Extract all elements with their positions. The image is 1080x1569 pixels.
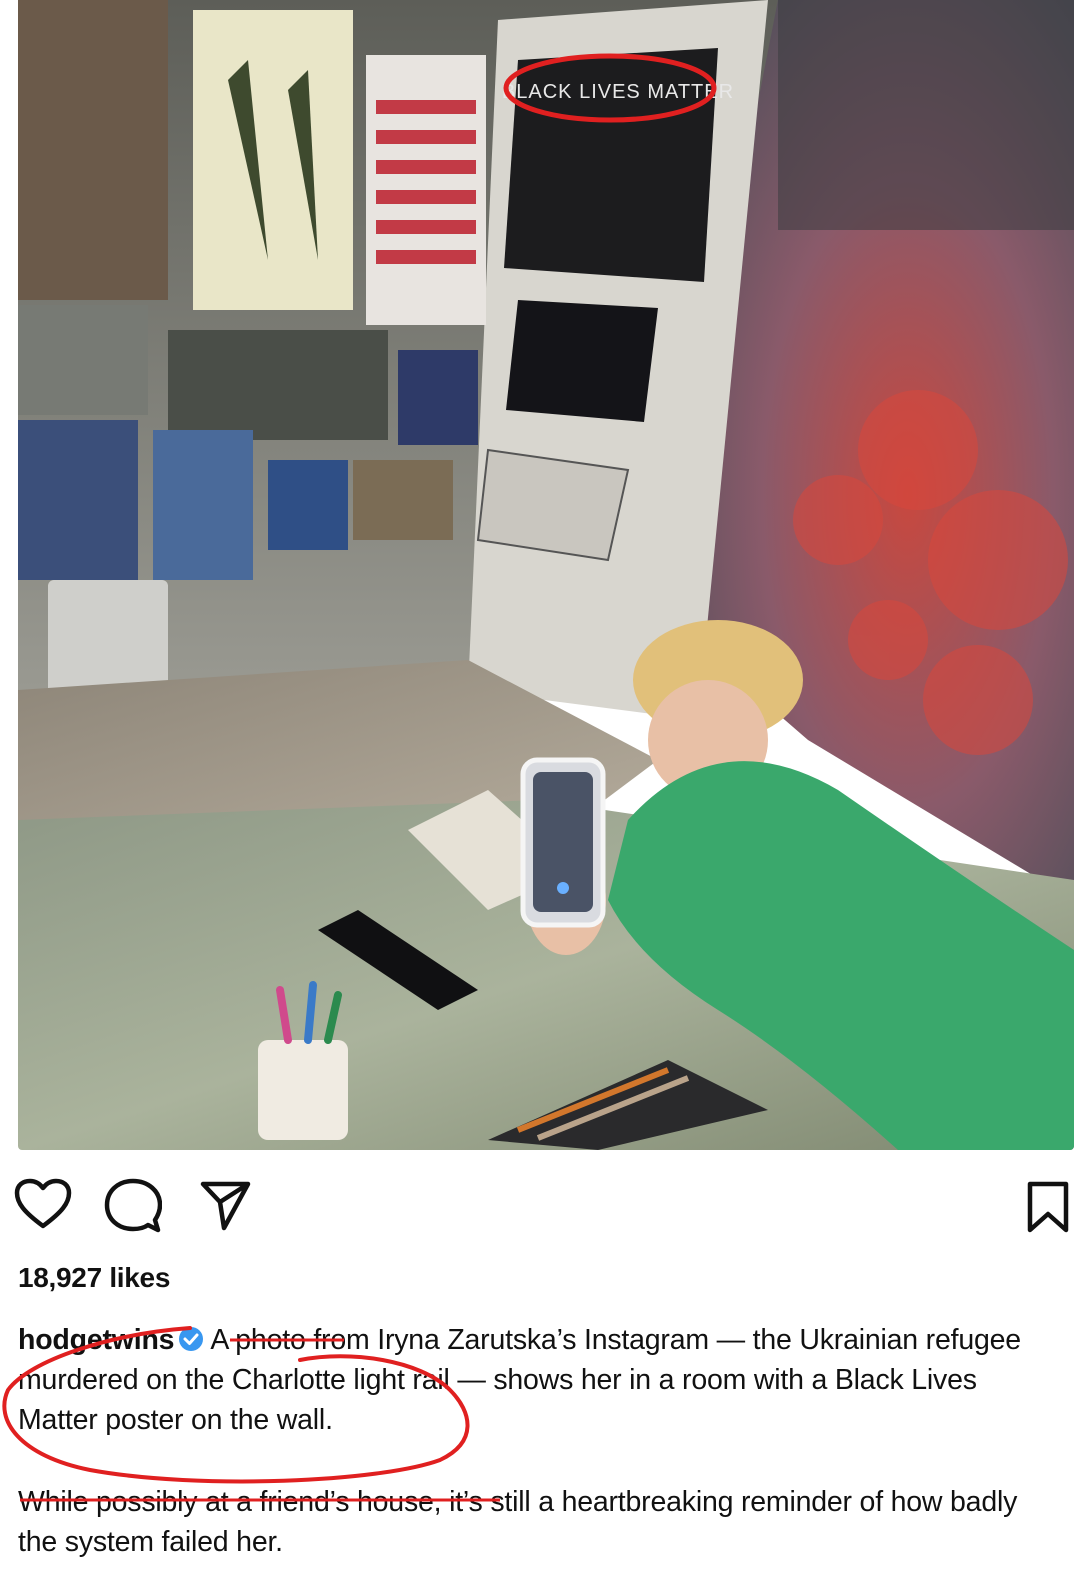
share-icon[interactable] xyxy=(200,1180,252,1232)
comment-icon[interactable] xyxy=(104,1178,162,1234)
post-photo-illustration: BLACK LIVES MATTER xyxy=(18,0,1074,1150)
bookmark-icon[interactable] xyxy=(1026,1180,1070,1234)
caption-paragraph-1: hodgetwins A photo from Iryna Zarutska’s … xyxy=(18,1320,1063,1440)
likes-count[interactable]: 18,927 likes xyxy=(18,1262,170,1294)
caption-paragraph-2: While possibly at a friend’s house, it’s… xyxy=(18,1486,1018,1558)
post-caption: hodgetwins A photo from Iryna Zarutska’s … xyxy=(18,1320,1063,1562)
heart-icon[interactable] xyxy=(14,1178,72,1230)
post-photo[interactable]: BLACK LIVES MATTER xyxy=(18,0,1074,1150)
poster-text: BLACK LIVES MATTER xyxy=(502,81,734,103)
verified-badge-icon xyxy=(179,1327,204,1351)
username-link[interactable]: hodgetwins xyxy=(18,1324,175,1356)
post-action-bar xyxy=(0,1170,1080,1250)
